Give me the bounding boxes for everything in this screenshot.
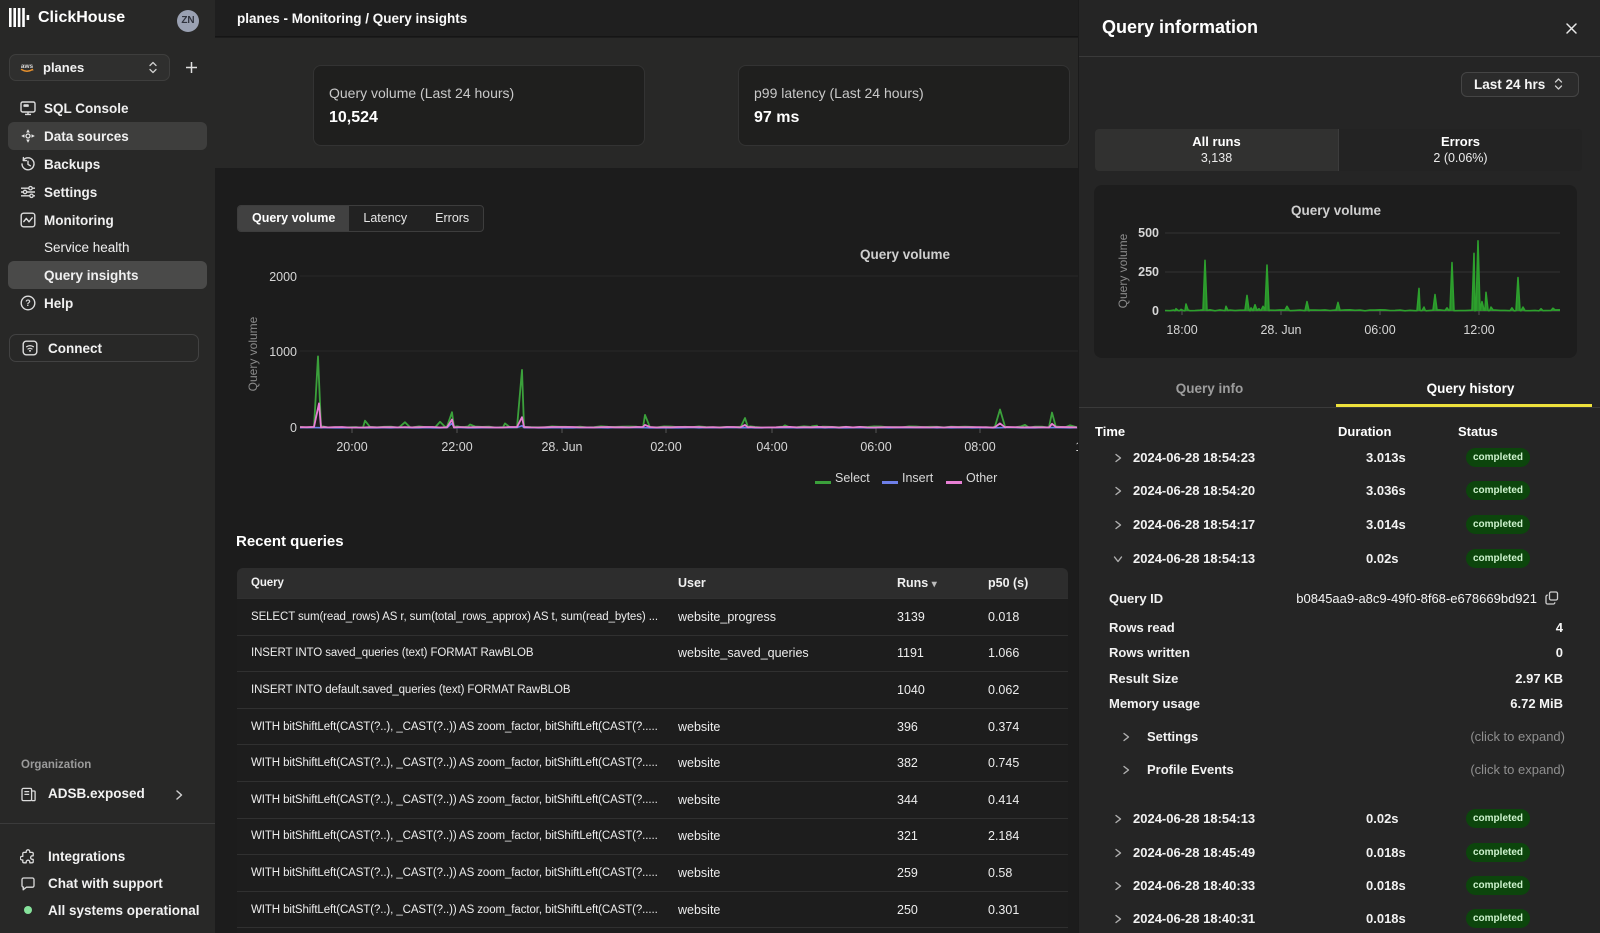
svg-text:?: ? [25, 298, 31, 308]
svg-text:aws: aws [21, 63, 34, 70]
